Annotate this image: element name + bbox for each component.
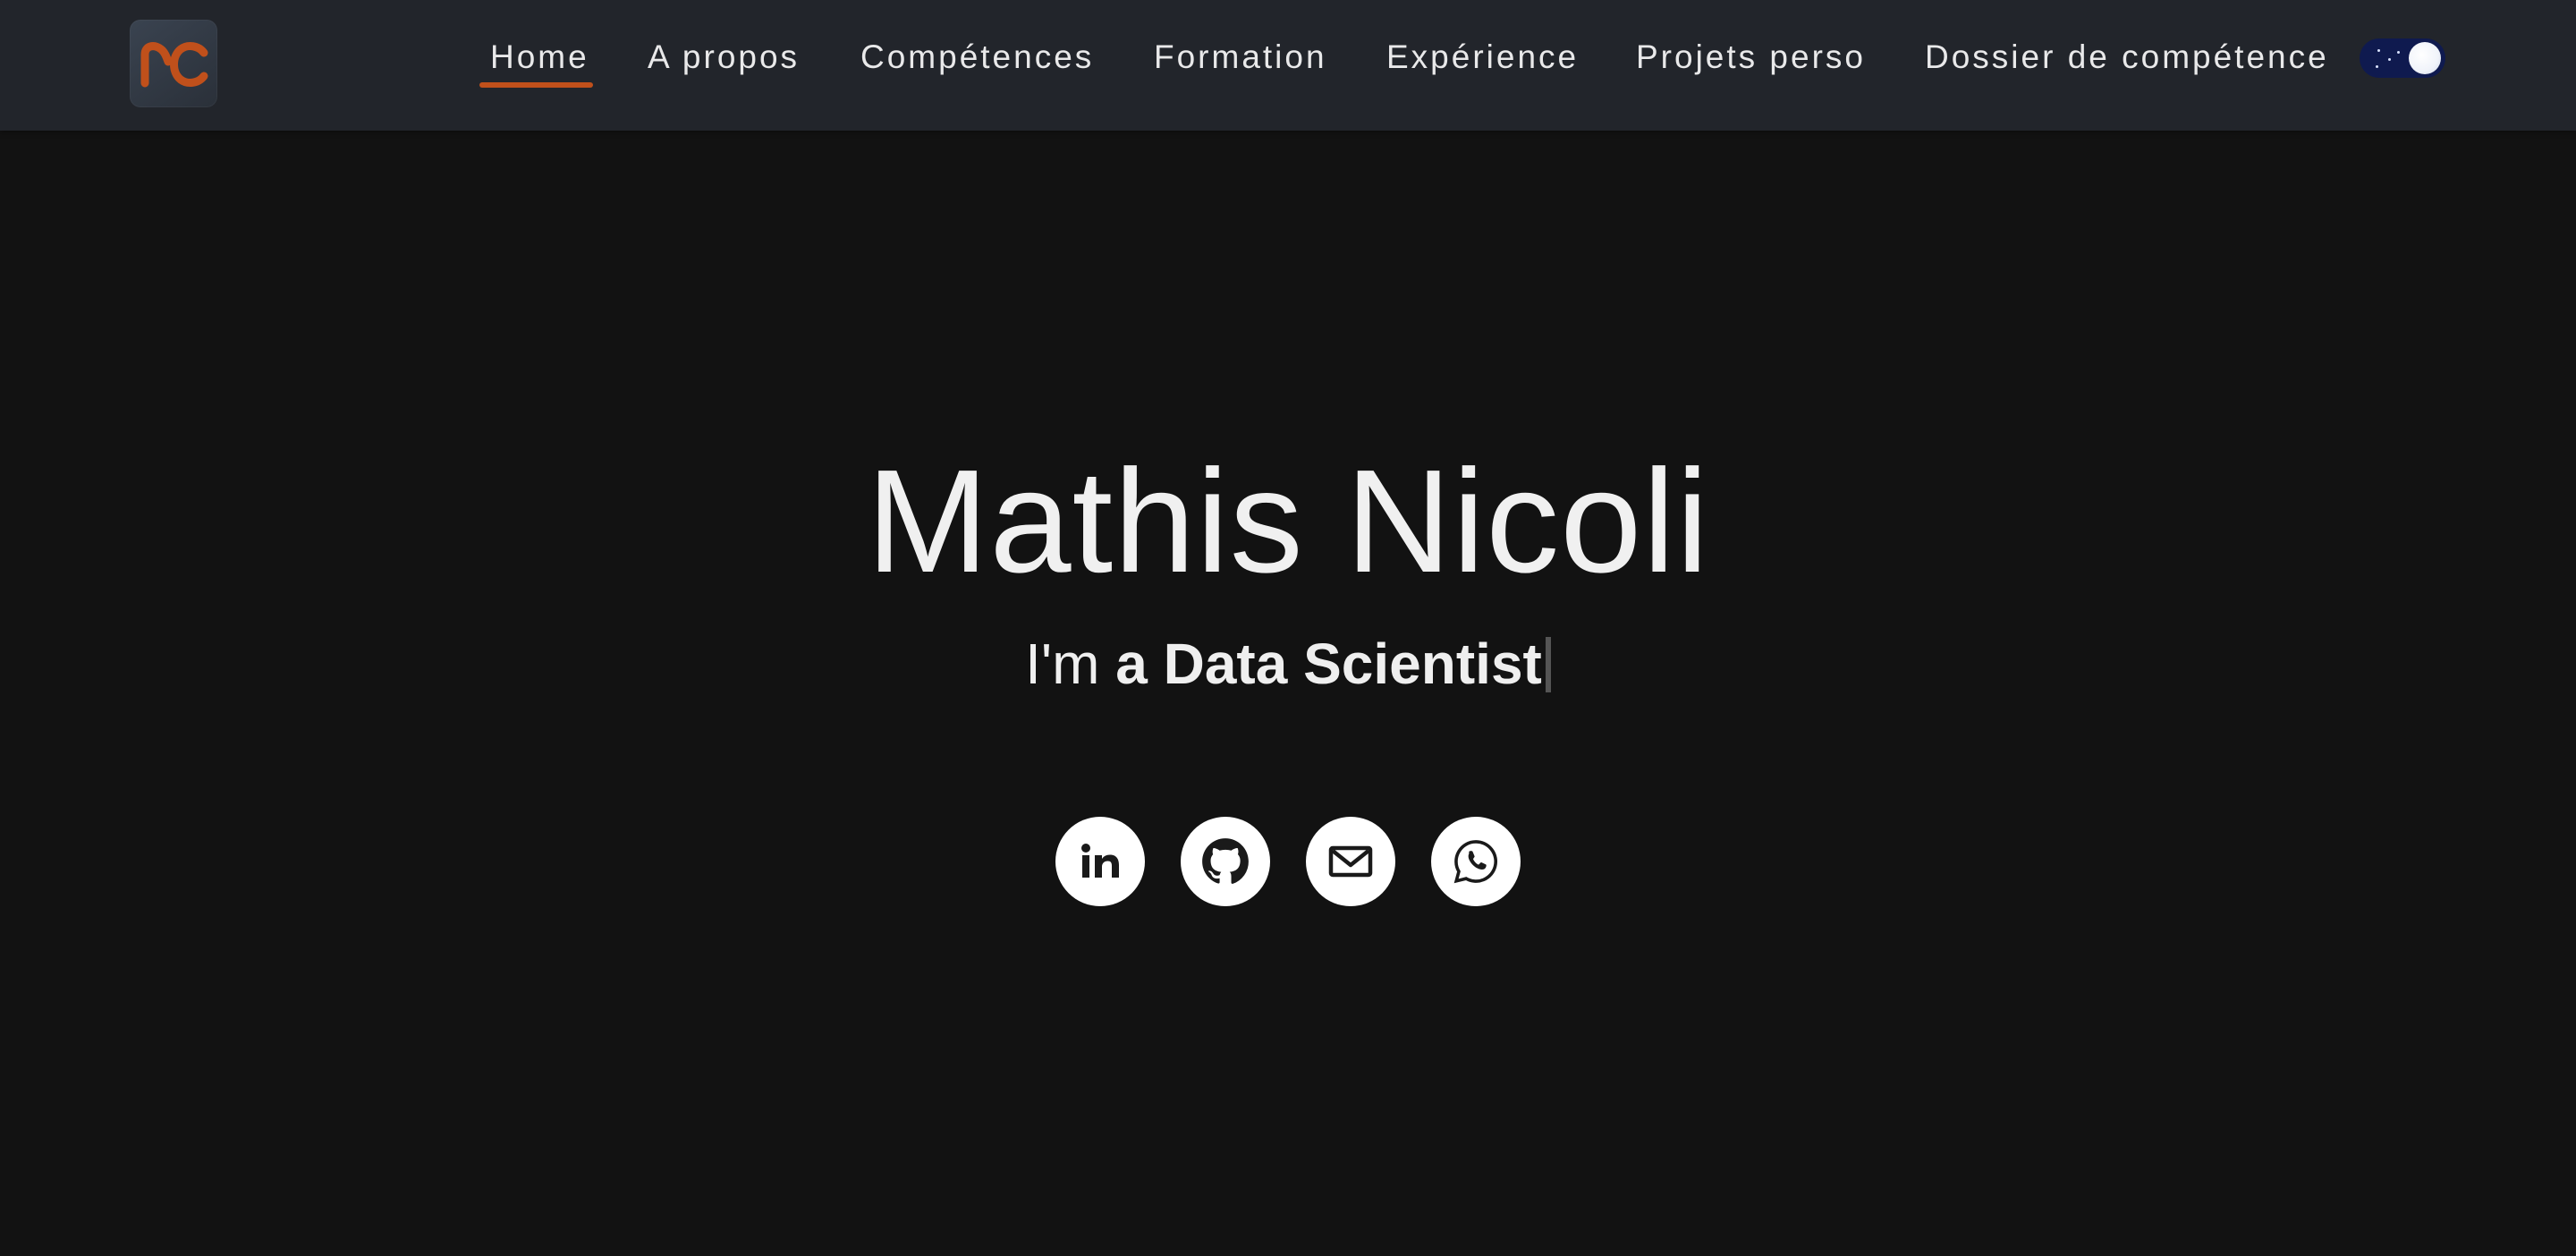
whatsapp-button[interactable] bbox=[1431, 817, 1521, 906]
mail-button[interactable] bbox=[1306, 817, 1395, 906]
star-icon bbox=[2376, 65, 2378, 68]
github-icon bbox=[1202, 838, 1249, 884]
theme-toggle[interactable] bbox=[2360, 38, 2445, 78]
moon-toggle-icon bbox=[2409, 42, 2441, 74]
hero-role: a Data Scientist bbox=[1115, 632, 1542, 696]
navbar: Home A propos Compétences Formation Expé… bbox=[0, 0, 2576, 131]
linkedin-button[interactable] bbox=[1055, 817, 1145, 906]
page: Home A propos Compétences Formation Expé… bbox=[0, 0, 2576, 1256]
star-icon bbox=[2388, 58, 2391, 61]
hero-intro-prefix: I'm bbox=[1025, 632, 1116, 696]
github-button[interactable] bbox=[1181, 817, 1270, 906]
nav-experience[interactable]: Expérience bbox=[1386, 32, 1579, 82]
whatsapp-icon bbox=[1453, 840, 1498, 884]
typing-cursor bbox=[1545, 637, 1551, 692]
nav-projets-perso[interactable]: Projets perso bbox=[1636, 32, 1866, 82]
star-icon bbox=[2397, 51, 2400, 54]
nav-competences[interactable]: Compétences bbox=[860, 32, 1094, 82]
nav-home[interactable]: Home bbox=[479, 32, 593, 88]
star-icon bbox=[2377, 49, 2380, 52]
nav-formation[interactable]: Formation bbox=[1154, 32, 1327, 82]
mail-icon bbox=[1328, 845, 1373, 878]
hero-subtitle: I'm a Data Scientist bbox=[0, 628, 2576, 700]
rc-logo-icon[interactable] bbox=[130, 20, 217, 107]
nav-a-propos[interactable]: A propos bbox=[648, 32, 800, 82]
nav-dossier-de-competence[interactable]: Dossier de compétence bbox=[1925, 32, 2329, 82]
hero-name: Mathis Nicoli bbox=[866, 439, 1710, 603]
linkedin-icon bbox=[1081, 844, 1119, 878]
